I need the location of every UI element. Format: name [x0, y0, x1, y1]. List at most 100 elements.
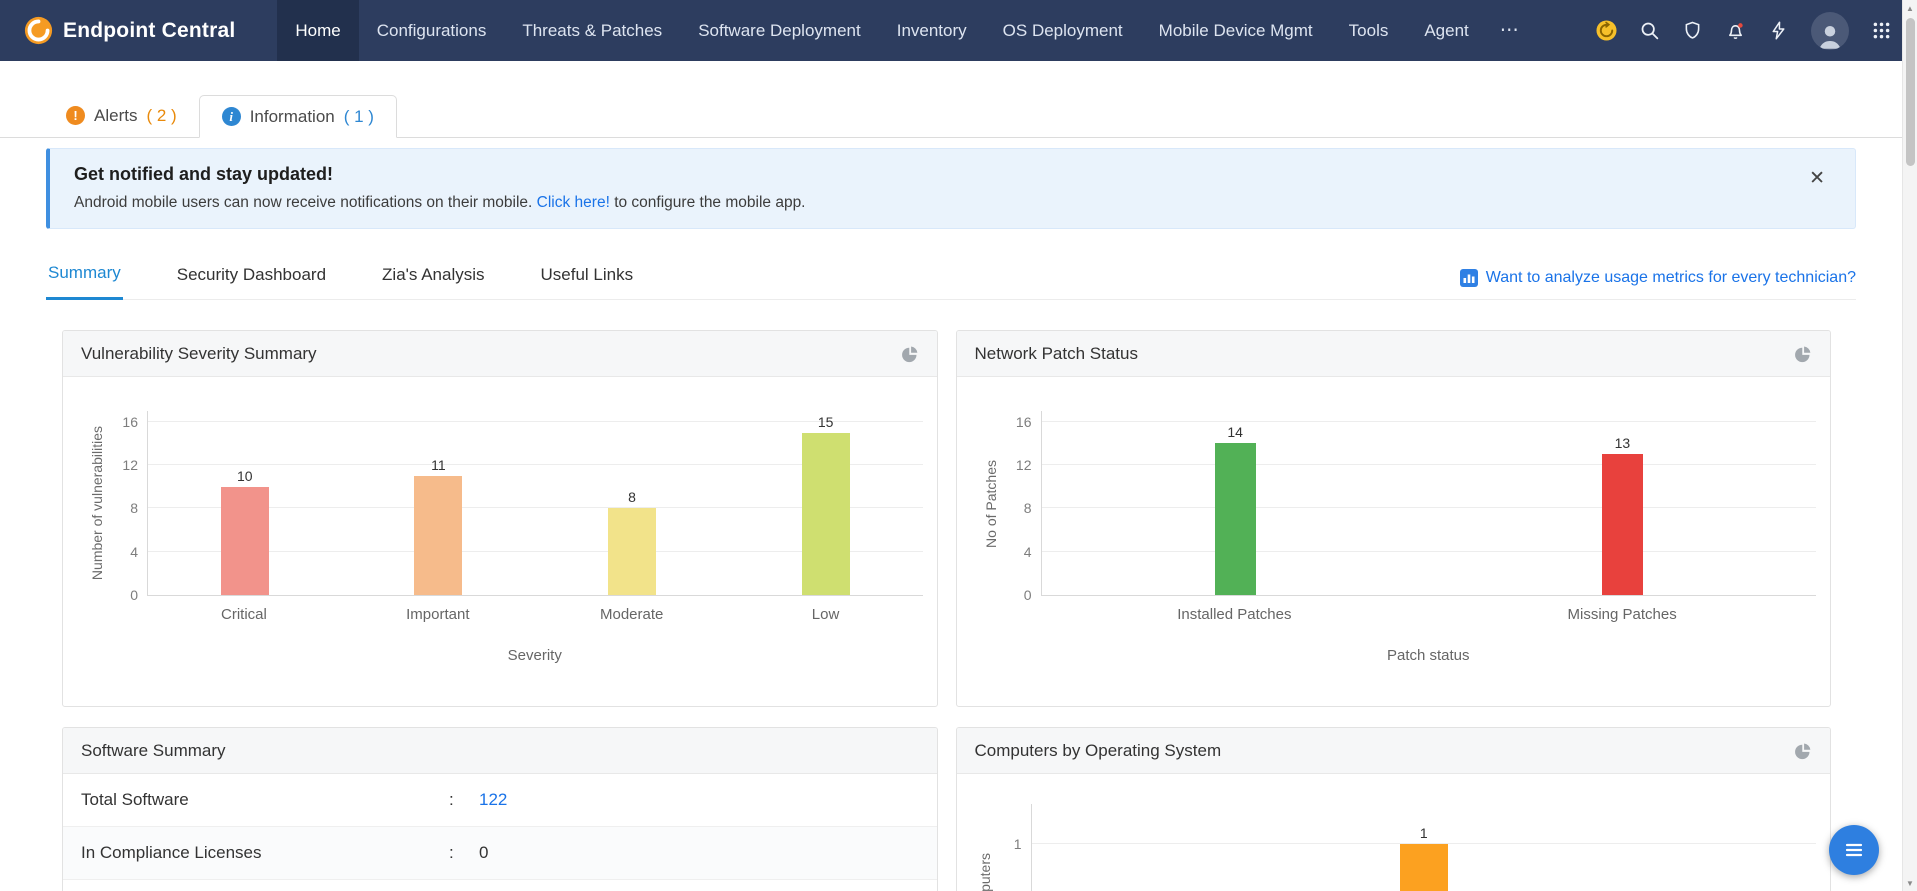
y-axis-label: No of computers [977, 804, 993, 891]
nav-item-threats-and-patches[interactable]: Threats & Patches [504, 0, 680, 61]
bar-low[interactable] [802, 433, 850, 595]
chart-plot: 04812161413 [1041, 411, 1817, 596]
nav-item-home[interactable]: Home [277, 0, 358, 61]
total-software-count-link[interactable]: 122 [479, 790, 507, 810]
quick-actions-fab-button[interactable] [1829, 825, 1879, 875]
y-tick-label: 0 [130, 587, 138, 603]
brand[interactable]: Endpoint Central [0, 0, 247, 61]
bar-missing-patches[interactable] [1602, 454, 1643, 595]
card-header: Network Patch Status [957, 331, 1831, 377]
nav-item-configurations[interactable]: Configurations [359, 0, 505, 61]
nav-item-agent[interactable]: Agent [1406, 0, 1486, 61]
card-computers-by-operating-system: Computers by Operating System No of comp… [956, 727, 1832, 891]
pie-chart-toggle-icon[interactable] [1794, 742, 1812, 760]
x-category-label: Moderate [535, 606, 729, 623]
bar-value-label: 8 [628, 489, 636, 505]
y-axis-label: No of Patches [983, 411, 999, 596]
pie-chart-toggle-icon[interactable] [1794, 345, 1812, 363]
scroll-down-arrow-icon[interactable]: ▼ [1906, 875, 1914, 891]
y-tick-label: 1 [1014, 836, 1022, 852]
y-axis-label: Number of vulnerabilities [89, 411, 105, 596]
bar-installed-patches[interactable] [1215, 443, 1256, 595]
card-software-summary: Software Summary Total Software : 122 In… [62, 727, 938, 891]
software-summary-row: In Compliance Licenses : 0 [63, 827, 937, 880]
bar-value-label: 14 [1227, 424, 1243, 440]
bar-slot: 10 [148, 411, 342, 595]
information-tab-label: Information [250, 107, 335, 127]
notifications-bell-icon[interactable] [1725, 20, 1746, 41]
shield-icon[interactable] [1682, 20, 1703, 41]
computers-by-os-chart: No of computers 1 1 [957, 774, 1831, 891]
tab-summary[interactable]: Summary [46, 253, 123, 300]
x-category-labels: CriticalImportantModerateLow [147, 606, 923, 623]
cards-row-1: Vulnerability Severity Summary Number of… [62, 330, 1831, 707]
apps-grid-icon[interactable] [1871, 20, 1892, 41]
quick-actions-bolt-icon[interactable] [1768, 20, 1789, 41]
nav-item-os-deployment[interactable]: OS Deployment [985, 0, 1141, 61]
section-tabs: Summary Security Dashboard Zia's Analysi… [46, 253, 1856, 300]
navbar-icons [1596, 0, 1902, 61]
in-compliance-licenses-count: 0 [479, 843, 488, 863]
nav-more-ellipsis-icon[interactable]: ⋯ [1487, 0, 1534, 61]
card-title: Network Patch Status [975, 344, 1138, 364]
y-tick-label: 16 [1016, 414, 1032, 430]
search-icon[interactable] [1639, 20, 1660, 41]
bar-slot: 11 [342, 411, 536, 595]
nav-item-inventory[interactable]: Inventory [879, 0, 985, 61]
x-axis-label: Patch status [1041, 647, 1817, 664]
card-header: Software Summary [63, 728, 937, 774]
banner-text-before: Android mobile users can now receive not… [74, 194, 532, 211]
nav-item-tools[interactable]: Tools [1331, 0, 1407, 61]
x-category-label: Missing Patches [1428, 606, 1816, 623]
software-summary-row: Total Software : 122 [63, 774, 937, 827]
scrollbar-thumb[interactable] [1906, 18, 1915, 166]
nav-item-software-deployment[interactable]: Software Deployment [680, 0, 879, 61]
network-patch-status-chart: No of Patches 04812161413 Installed Patc… [957, 377, 1831, 664]
row-label: Total Software [81, 790, 449, 810]
y-tick-label: 16 [122, 414, 138, 430]
banner-close-icon[interactable]: ✕ [1809, 169, 1825, 188]
pie-chart-toggle-icon[interactable] [901, 345, 919, 363]
bar-slot: 15 [729, 411, 923, 595]
row-separator: : [449, 790, 479, 810]
bar-important[interactable] [414, 476, 462, 595]
endpoint-central-logo-icon [24, 16, 53, 45]
click-here-link[interactable]: Click here! [537, 194, 610, 211]
information-count-badge: ( 1 ) [344, 107, 374, 127]
card-title: Vulnerability Severity Summary [81, 344, 317, 364]
tab-security-dashboard[interactable]: Security Dashboard [175, 255, 328, 299]
x-axis-label: Severity [147, 647, 923, 664]
notification-banner: Get notified and stay updated! Android m… [46, 148, 1856, 229]
notification-badge-dot [1738, 23, 1743, 28]
row-separator: : [449, 843, 479, 863]
brand-name: Endpoint Central [63, 19, 235, 43]
tab-zias-analysis[interactable]: Zia's Analysis [380, 255, 486, 299]
bar-slot: 14 [1042, 411, 1429, 595]
information-icon: i [222, 107, 241, 126]
rewards-icon[interactable] [1596, 20, 1617, 41]
alerts-count-badge: ( 2 ) [146, 106, 176, 126]
analytics-icon [1460, 269, 1478, 287]
bar-value-label: 1 [1420, 825, 1428, 841]
bar-value-label: 10 [237, 468, 253, 484]
top-navbar: Endpoint Central Home Configurations Thr… [0, 0, 1917, 61]
nav-item-mobile-device-mgmt[interactable]: Mobile Device Mgmt [1141, 0, 1331, 61]
scroll-up-arrow-icon[interactable]: ▲ [1906, 0, 1914, 16]
tab-useful-links[interactable]: Useful Links [539, 255, 636, 299]
page-scrollbar[interactable]: ▲ ▼ [1902, 0, 1917, 891]
usage-metrics-link[interactable]: Want to analyze usage metrics for every … [1460, 269, 1856, 299]
user-avatar[interactable] [1811, 12, 1849, 50]
bar-value-label: 15 [818, 414, 834, 430]
bar-moderate[interactable] [608, 508, 656, 595]
vulnerability-severity-chart: Number of vulnerabilities 04812161011815… [63, 377, 937, 664]
y-tick-label: 0 [1024, 587, 1032, 603]
alerts-tab-label: Alerts [94, 106, 137, 126]
bar-item-0[interactable] [1400, 844, 1448, 891]
y-tick-label: 8 [1024, 500, 1032, 516]
card-header: Vulnerability Severity Summary [63, 331, 937, 377]
bar-critical[interactable] [221, 487, 269, 595]
card-vulnerability-severity-summary: Vulnerability Severity Summary Number of… [62, 330, 938, 707]
x-category-label: Important [341, 606, 535, 623]
tab-information[interactable]: i Information ( 1 ) [199, 95, 397, 138]
tab-alerts[interactable]: ! Alerts ( 2 ) [44, 94, 199, 137]
